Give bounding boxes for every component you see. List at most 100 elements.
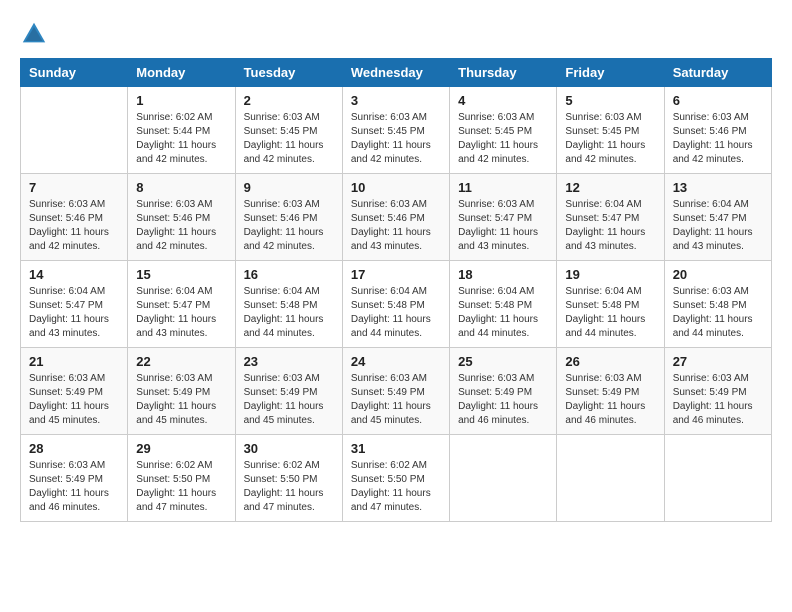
calendar-week-row: 14 Sunrise: 6:04 AM Sunset: 5:47 PM Dayli… (21, 261, 772, 348)
calendar-cell: 18 Sunrise: 6:04 AM Sunset: 5:48 PM Dayli… (450, 261, 557, 348)
dow-header: Monday (128, 59, 235, 87)
day-number: 10 (351, 180, 441, 195)
dow-header: Sunday (21, 59, 128, 87)
logo (20, 20, 52, 48)
calendar-week-row: 21 Sunrise: 6:03 AM Sunset: 5:49 PM Dayli… (21, 348, 772, 435)
calendar-cell: 12 Sunrise: 6:04 AM Sunset: 5:47 PM Dayli… (557, 174, 664, 261)
calendar-cell: 3Sunrise: 6:03 AM Sunset: 5:45 PM Daylig… (342, 87, 449, 174)
day-number: 4 (458, 93, 548, 108)
day-info: Sunrise: 6:03 AM Sunset: 5:48 PM Dayligh… (673, 285, 763, 341)
calendar-cell: 24 Sunrise: 6:03 AM Sunset: 5:49 PM Dayli… (342, 348, 449, 435)
calendar-cell: 10 Sunrise: 6:03 AM Sunset: 5:46 PM Dayli… (342, 174, 449, 261)
day-info: Sunrise: 6:03 AM Sunset: 5:46 PM Dayligh… (136, 198, 226, 254)
calendar-table: SundayMondayTuesdayWednesdayThursdayFrid… (20, 58, 772, 522)
calendar-cell: 6 Sunrise: 6:03 AM Sunset: 5:46 PM Daylig… (664, 87, 771, 174)
day-number: 31 (351, 441, 441, 456)
calendar-cell: 28 Sunrise: 6:03 AM Sunset: 5:49 PM Dayli… (21, 435, 128, 522)
logo-icon (20, 20, 48, 48)
calendar-cell: 1 Sunrise: 6:02 AM Sunset: 5:44 PM Daylig… (128, 87, 235, 174)
day-number: 30 (244, 441, 334, 456)
day-number: 7 (29, 180, 119, 195)
calendar-cell: 8 Sunrise: 6:03 AM Sunset: 5:46 PM Daylig… (128, 174, 235, 261)
day-info: Sunrise: 6:02 AM Sunset: 5:50 PM Dayligh… (351, 459, 441, 515)
calendar-cell: 20 Sunrise: 6:03 AM Sunset: 5:48 PM Dayli… (664, 261, 771, 348)
day-number: 12 (565, 180, 655, 195)
day-info: Sunrise: 6:03 AM Sunset: 5:49 PM Dayligh… (29, 372, 119, 428)
dow-header: Thursday (450, 59, 557, 87)
day-number: 28 (29, 441, 119, 456)
day-info: Sunrise: 6:03 AM Sunset: 5:49 PM Dayligh… (29, 459, 119, 515)
day-info: Sunrise: 6:04 AM Sunset: 5:48 PM Dayligh… (458, 285, 548, 341)
day-info: Sunrise: 6:03 AM Sunset: 5:45 PM Dayligh… (351, 111, 441, 167)
day-info: Sunrise: 6:03 AM Sunset: 5:49 PM Dayligh… (244, 372, 334, 428)
calendar-week-row: 28 Sunrise: 6:03 AM Sunset: 5:49 PM Dayli… (21, 435, 772, 522)
day-info: Sunrise: 6:03 AM Sunset: 5:46 PM Dayligh… (244, 198, 334, 254)
day-info: Sunrise: 6:03 AM Sunset: 5:49 PM Dayligh… (351, 372, 441, 428)
calendar-cell: 13 Sunrise: 6:04 AM Sunset: 5:47 PM Dayli… (664, 174, 771, 261)
day-info: Sunrise: 6:03 AM Sunset: 5:45 PM Dayligh… (565, 111, 655, 167)
day-number: 9 (244, 180, 334, 195)
day-info: Sunrise: 6:02 AM Sunset: 5:50 PM Dayligh… (244, 459, 334, 515)
day-number: 6 (673, 93, 763, 108)
calendar-cell: 15Sunrise: 6:04 AM Sunset: 5:47 PM Dayli… (128, 261, 235, 348)
day-number: 13 (673, 180, 763, 195)
day-info: Sunrise: 6:04 AM Sunset: 5:48 PM Dayligh… (565, 285, 655, 341)
day-number: 22 (136, 354, 226, 369)
day-number: 29 (136, 441, 226, 456)
calendar-cell: 25 Sunrise: 6:03 AM Sunset: 5:49 PM Dayli… (450, 348, 557, 435)
day-info: Sunrise: 6:03 AM Sunset: 5:47 PM Dayligh… (458, 198, 548, 254)
calendar-cell: 4 Sunrise: 6:03 AM Sunset: 5:45 PM Daylig… (450, 87, 557, 174)
calendar-cell: 22 Sunrise: 6:03 AM Sunset: 5:49 PM Dayli… (128, 348, 235, 435)
calendar-cell: 2Sunrise: 6:03 AM Sunset: 5:45 PM Daylig… (235, 87, 342, 174)
day-number: 25 (458, 354, 548, 369)
day-number: 26 (565, 354, 655, 369)
calendar-cell: 14 Sunrise: 6:04 AM Sunset: 5:47 PM Dayli… (21, 261, 128, 348)
dow-header: Friday (557, 59, 664, 87)
day-number: 20 (673, 267, 763, 282)
calendar-cell: 19 Sunrise: 6:04 AM Sunset: 5:48 PM Dayli… (557, 261, 664, 348)
day-number: 11 (458, 180, 548, 195)
calendar-cell (557, 435, 664, 522)
calendar-cell: 21 Sunrise: 6:03 AM Sunset: 5:49 PM Dayli… (21, 348, 128, 435)
calendar-cell: 29 Sunrise: 6:02 AM Sunset: 5:50 PM Dayli… (128, 435, 235, 522)
day-number: 5 (565, 93, 655, 108)
day-info: Sunrise: 6:03 AM Sunset: 5:46 PM Dayligh… (673, 111, 763, 167)
day-info: Sunrise: 6:03 AM Sunset: 5:45 PM Dayligh… (458, 111, 548, 167)
day-number: 19 (565, 267, 655, 282)
calendar-cell: 5 Sunrise: 6:03 AM Sunset: 5:45 PM Daylig… (557, 87, 664, 174)
day-info: Sunrise: 6:04 AM Sunset: 5:47 PM Dayligh… (136, 285, 226, 341)
calendar-cell: 23Sunrise: 6:03 AM Sunset: 5:49 PM Dayli… (235, 348, 342, 435)
day-number: 27 (673, 354, 763, 369)
day-info: Sunrise: 6:02 AM Sunset: 5:44 PM Dayligh… (136, 111, 226, 167)
calendar-cell (450, 435, 557, 522)
calendar-week-row: 7 Sunrise: 6:03 AM Sunset: 5:46 PM Daylig… (21, 174, 772, 261)
calendar-cell: 16Sunrise: 6:04 AM Sunset: 5:48 PM Dayli… (235, 261, 342, 348)
day-number: 18 (458, 267, 548, 282)
day-number: 8 (136, 180, 226, 195)
day-info: Sunrise: 6:03 AM Sunset: 5:49 PM Dayligh… (458, 372, 548, 428)
day-number: 1 (136, 93, 226, 108)
day-number: 14 (29, 267, 119, 282)
calendar-cell: 30 Sunrise: 6:02 AM Sunset: 5:50 PM Dayli… (235, 435, 342, 522)
day-info: Sunrise: 6:04 AM Sunset: 5:47 PM Dayligh… (29, 285, 119, 341)
day-info: Sunrise: 6:03 AM Sunset: 5:46 PM Dayligh… (351, 198, 441, 254)
day-info: Sunrise: 6:04 AM Sunset: 5:47 PM Dayligh… (565, 198, 655, 254)
day-number: 24 (351, 354, 441, 369)
dow-header: Tuesday (235, 59, 342, 87)
calendar-cell: 31 Sunrise: 6:02 AM Sunset: 5:50 PM Dayli… (342, 435, 449, 522)
calendar-cell: 27Sunrise: 6:03 AM Sunset: 5:49 PM Dayli… (664, 348, 771, 435)
calendar-week-row: 1 Sunrise: 6:02 AM Sunset: 5:44 PM Daylig… (21, 87, 772, 174)
day-info: Sunrise: 6:03 AM Sunset: 5:49 PM Dayligh… (136, 372, 226, 428)
day-number: 21 (29, 354, 119, 369)
calendar-cell: 17Sunrise: 6:04 AM Sunset: 5:48 PM Dayli… (342, 261, 449, 348)
calendar-cell: 9 Sunrise: 6:03 AM Sunset: 5:46 PM Daylig… (235, 174, 342, 261)
day-number: 2 (244, 93, 334, 108)
day-info: Sunrise: 6:04 AM Sunset: 5:47 PM Dayligh… (673, 198, 763, 254)
day-info: Sunrise: 6:03 AM Sunset: 5:49 PM Dayligh… (565, 372, 655, 428)
day-number: 16 (244, 267, 334, 282)
calendar-cell: 7 Sunrise: 6:03 AM Sunset: 5:46 PM Daylig… (21, 174, 128, 261)
calendar-cell: 11 Sunrise: 6:03 AM Sunset: 5:47 PM Dayli… (450, 174, 557, 261)
day-info: Sunrise: 6:03 AM Sunset: 5:46 PM Dayligh… (29, 198, 119, 254)
day-info: Sunrise: 6:02 AM Sunset: 5:50 PM Dayligh… (136, 459, 226, 515)
calendar-cell (21, 87, 128, 174)
